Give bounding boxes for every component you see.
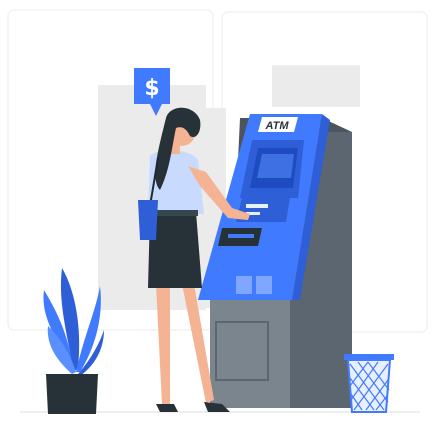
- atm-button-right: [256, 276, 272, 294]
- dollar-icon: $: [144, 76, 159, 101]
- atm-illustration: $ ATM: [0, 0, 435, 422]
- woman-leg-left: [156, 284, 170, 405]
- atm-lower-cabinet: [210, 300, 290, 408]
- atm-button-left: [236, 276, 252, 294]
- atm-screen-glare: [257, 154, 294, 178]
- atm-sign-label: ATM: [264, 120, 289, 132]
- illustration-canvas: $ ATM: [7, 9, 428, 414]
- shoulder-bag: [138, 200, 158, 240]
- wastebasket: [344, 354, 394, 413]
- atm-card-slot: [246, 204, 268, 208]
- potted-plant: [43, 268, 104, 414]
- atm-cash-slot: [228, 234, 254, 238]
- backdrop-panel-top: [272, 65, 360, 107]
- plant-leaf-3: [76, 286, 101, 372]
- plant-pot: [46, 374, 98, 414]
- woman-shoe-left: [156, 404, 178, 412]
